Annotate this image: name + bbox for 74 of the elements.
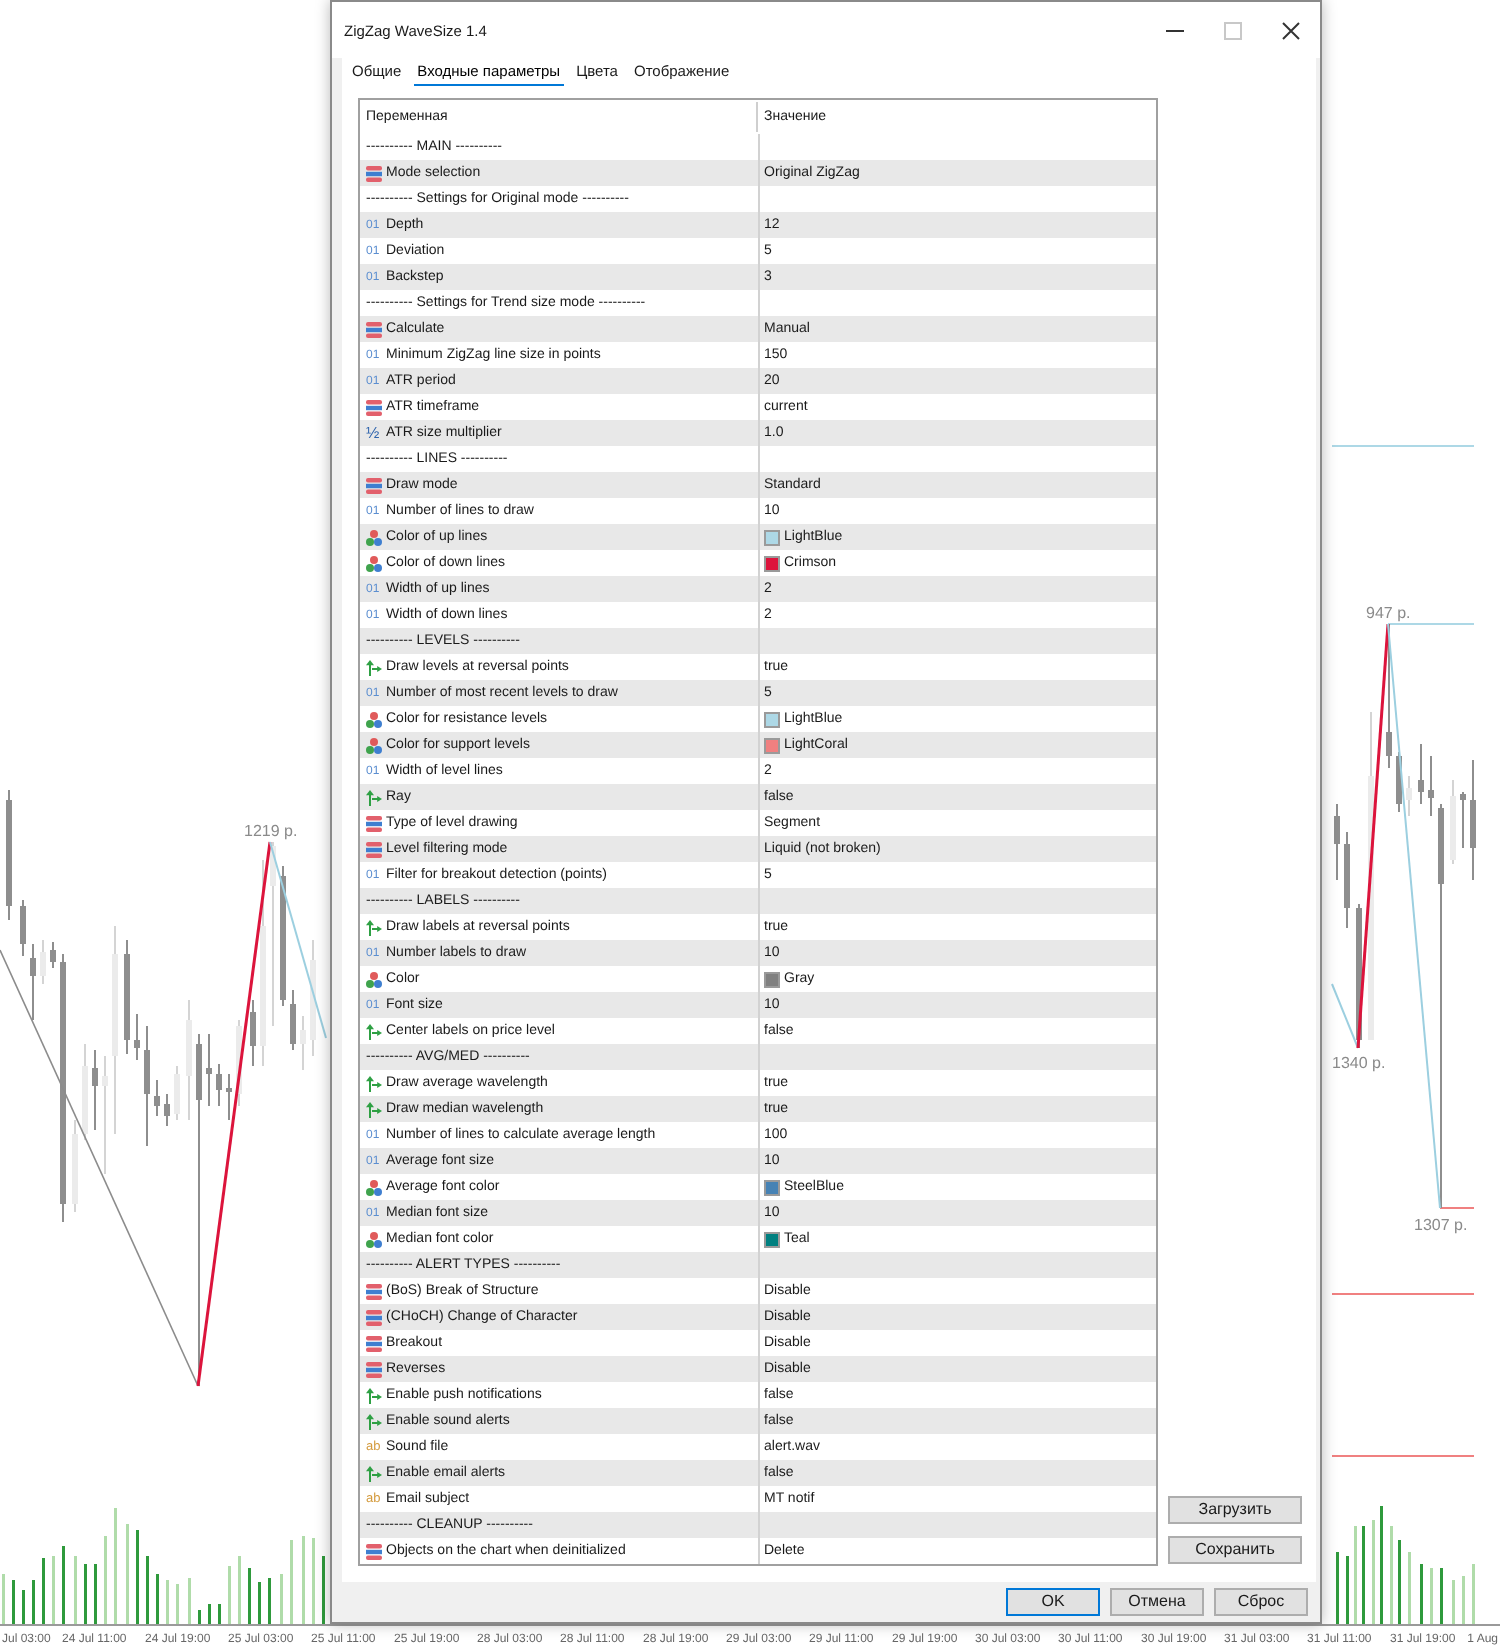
palette-icon [366, 555, 382, 571]
palette-icon [366, 711, 382, 727]
wave-label: 1219 p. [244, 822, 298, 840]
list-icon [366, 477, 382, 493]
candlestick [1334, 803, 1340, 881]
reset-button[interactable]: Сброс [1214, 1588, 1308, 1616]
candlestick [206, 1033, 212, 1107]
candlestick [280, 865, 286, 1007]
list-icon [366, 1361, 382, 1377]
up-arrow-icon [366, 1075, 382, 1091]
candlestick [290, 989, 296, 1051]
list-icon [366, 321, 382, 337]
up-arrow-icon [366, 659, 382, 675]
list-icon [366, 1283, 382, 1299]
candlestick [154, 1079, 160, 1117]
list-icon [366, 165, 382, 181]
candlestick [92, 1049, 98, 1131]
fraction-icon: ½ [366, 425, 382, 441]
candlestick [1344, 831, 1350, 929]
minimize-icon [1166, 29, 1184, 31]
candlestick [20, 899, 26, 957]
palette-icon [366, 1179, 382, 1195]
candlestick [164, 1093, 170, 1127]
candlestick [30, 943, 36, 1021]
level-line [1331, 1293, 1475, 1295]
candlestick [1460, 791, 1466, 849]
candlestick [102, 1055, 108, 1175]
wave-label: 947 p. [1366, 604, 1411, 622]
level-line [1387, 623, 1475, 625]
palette-icon [366, 529, 382, 545]
candlestick [1428, 755, 1434, 817]
candlestick [1470, 759, 1476, 881]
candlestick [186, 999, 192, 1121]
candlestick [50, 941, 56, 969]
save-button[interactable]: Сохранить [1168, 1536, 1302, 1564]
close-icon [1282, 21, 1300, 39]
candlestick [310, 939, 316, 1057]
level-line [1331, 445, 1475, 447]
candlestick [1418, 743, 1424, 805]
palette-icon [366, 971, 382, 987]
level-line [1331, 1455, 1475, 1457]
candlestick [40, 939, 46, 985]
candlestick [134, 1013, 140, 1061]
up-arrow-icon [366, 1023, 382, 1039]
wave-label: 1340 p. [1332, 1054, 1386, 1072]
candlestick [82, 1043, 88, 1141]
list-icon [366, 1335, 382, 1351]
candlestick [1396, 751, 1402, 813]
list-icon [366, 1543, 382, 1559]
candlestick [226, 1073, 232, 1121]
candlestick [300, 1015, 306, 1071]
cancel-button[interactable]: Отмена [1110, 1588, 1204, 1616]
up-arrow-icon [366, 1101, 382, 1117]
load-button[interactable]: Загрузить [1168, 1496, 1302, 1524]
wave-label: 1307 p. [1414, 1216, 1468, 1234]
up-arrow-icon [366, 789, 382, 805]
palette-icon [366, 737, 382, 753]
ok-button[interactable]: OK [1006, 1588, 1100, 1616]
candlestick [6, 789, 12, 921]
palette-icon [366, 1231, 382, 1247]
list-icon [366, 399, 382, 415]
list-icon [366, 1309, 382, 1325]
candlestick [72, 1119, 78, 1213]
up-arrow-icon [366, 1465, 382, 1481]
up-arrow-icon [366, 1413, 382, 1429]
candlestick [250, 999, 256, 1067]
maximize-icon [1224, 21, 1242, 39]
candlestick [124, 939, 130, 1055]
up-arrow-icon [366, 1387, 382, 1403]
candlestick [216, 1063, 222, 1107]
candlestick [1406, 775, 1412, 817]
candlestick [144, 1025, 150, 1147]
up-arrow-icon [366, 919, 382, 935]
level-line [1439, 1207, 1475, 1209]
